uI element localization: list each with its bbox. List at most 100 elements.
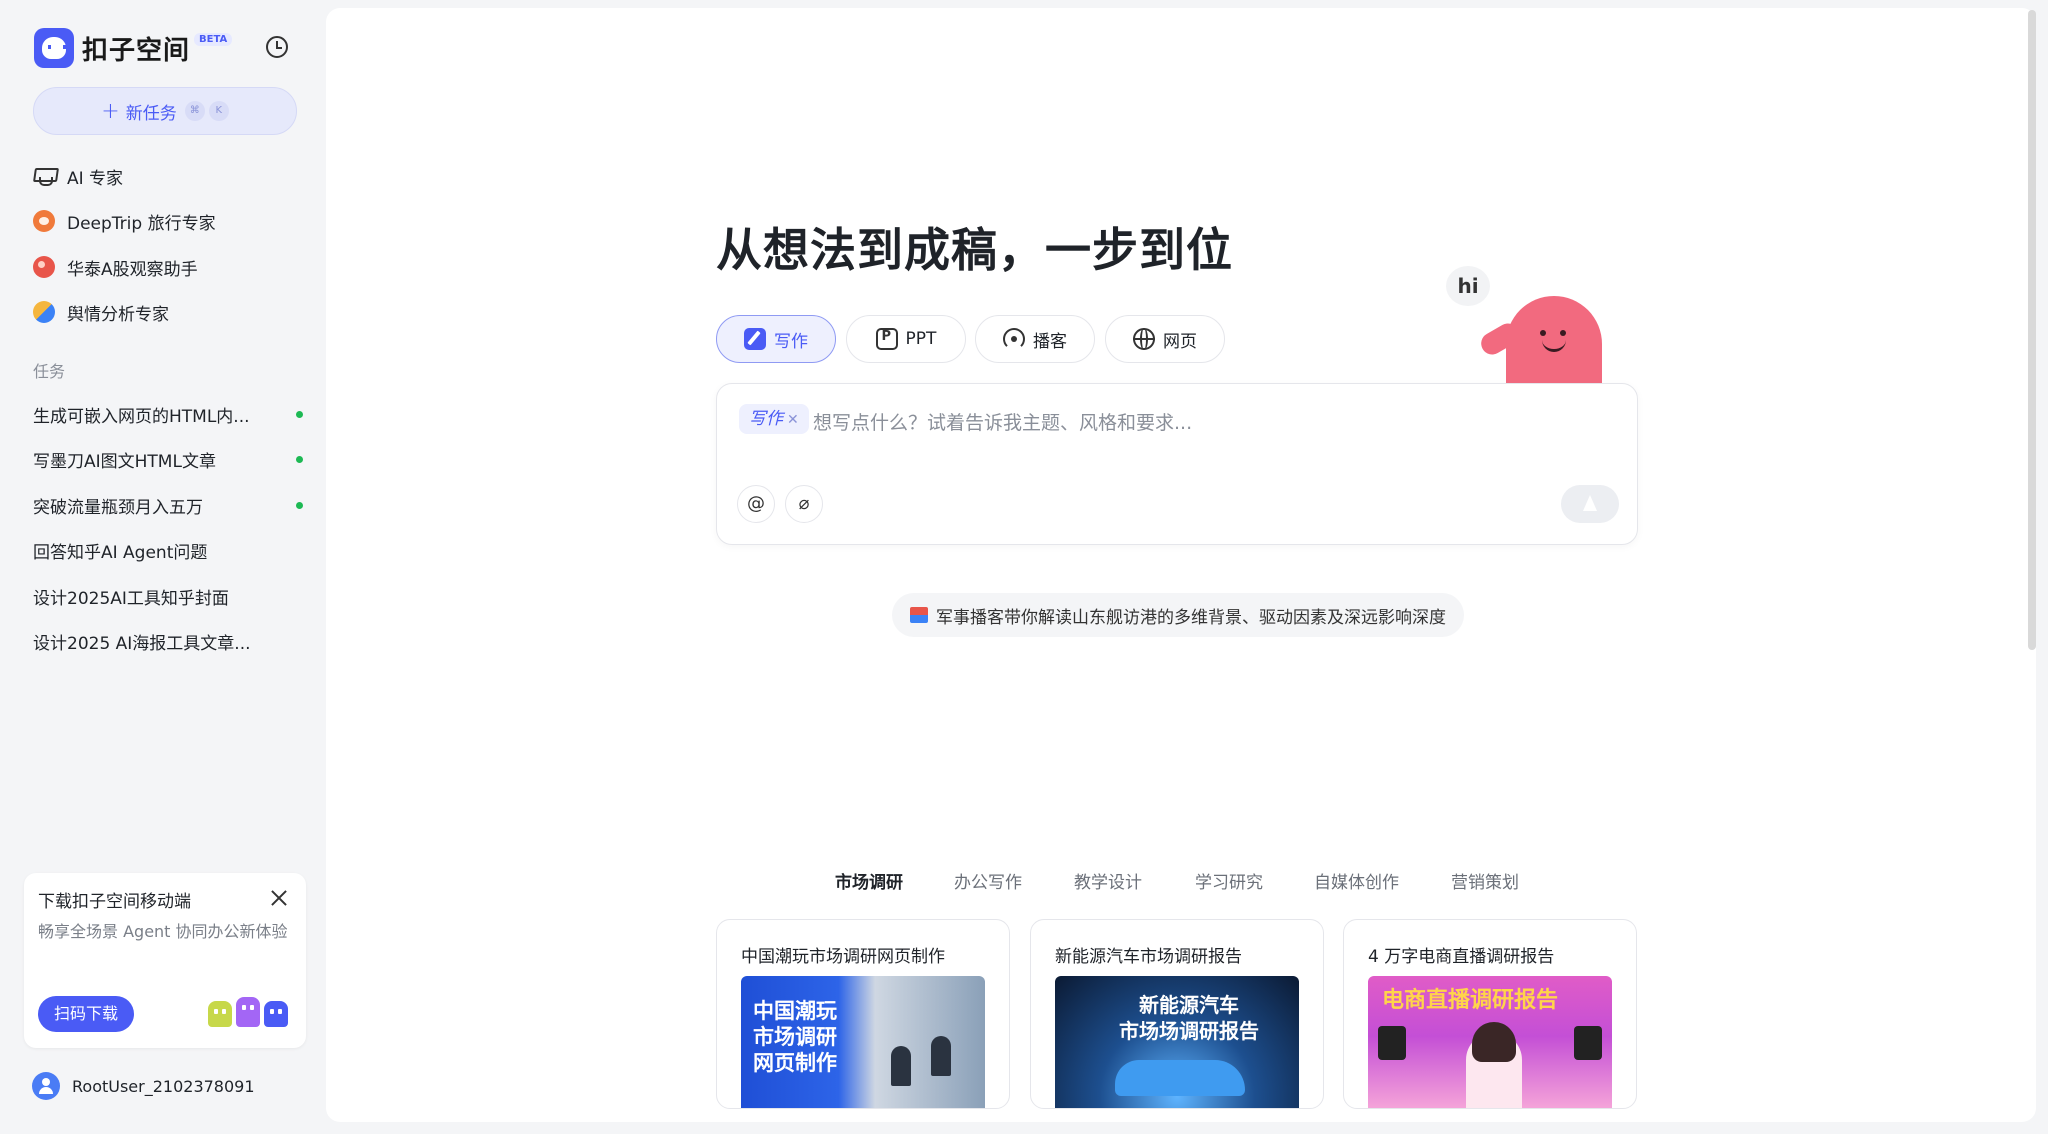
thumbnail-line: 网页制作 — [753, 1051, 837, 1075]
brand-logo[interactable]: 扣子空间 BETA — [34, 28, 233, 68]
prompt-input-box[interactable]: 写作 ✕ 想写点什么？试着告诉我主题、风格和要求... @ ⌀ — [716, 383, 1638, 545]
thumbnail-line: 市场场调研报告 — [1119, 1019, 1259, 1043]
category-tab-market-research[interactable]: 市场调研 — [835, 868, 903, 893]
thumbnail-line: 电商直播调研报告 — [1382, 988, 1559, 1013]
task-label: 设计2025AI工具知乎封面 — [33, 588, 229, 609]
task-item[interactable]: 生成可嵌入网页的HTML内... — [33, 399, 303, 429]
page-title: 从想法到成稿，一步到位 — [716, 223, 1233, 277]
sidebar-item-label: 舆情分析专家 — [67, 304, 169, 325]
running-status-dot — [296, 501, 303, 509]
task-item[interactable]: 写墨刀AI图文HTML文章 — [33, 444, 303, 474]
write-icon — [744, 328, 766, 350]
flag-icon — [910, 607, 928, 623]
history-clock-icon[interactable] — [266, 36, 288, 58]
card-title: 新能源汽车市场调研报告 — [1055, 947, 1242, 967]
card-thumbnail: 中国潮玩 市场调研 网页制作 — [741, 976, 985, 1108]
task-label: 回答知乎AI Agent问题 — [33, 542, 208, 563]
thumbnail-line: 中国潮玩 — [753, 999, 837, 1023]
person-figure — [931, 1036, 951, 1076]
username: RootUser_2102378091 — [72, 1076, 255, 1096]
category-tab-study[interactable]: 学习研究 — [1195, 868, 1263, 893]
thumbnail-text: 中国潮玩 市场调研 网页制作 — [753, 998, 837, 1076]
task-label: 设计2025 AI海报工具文章... — [33, 633, 251, 654]
template-card[interactable]: 中国潮玩市场调研网页制作 中国潮玩 市场调研 网页制作 — [716, 919, 1010, 1109]
thumbnail-text: 电商直播调研报告 — [1382, 988, 1558, 1014]
mascot-eye — [1540, 330, 1546, 336]
promo-description: 畅享全场景 Agent 协同办公新体验 — [38, 922, 288, 941]
sidebar-item-ai-expert[interactable]: AI 专家 — [33, 160, 123, 192]
tab-write[interactable]: 写作 — [716, 315, 836, 363]
card-thumbnail: 新能源汽车 市场场调研报告 — [1055, 976, 1299, 1108]
light-stand — [1574, 1026, 1602, 1060]
task-label: 生成可嵌入网页的HTML内... — [33, 406, 250, 427]
person-figure — [891, 1046, 911, 1086]
task-item[interactable]: 设计2025AI工具知乎封面 — [33, 581, 303, 611]
car-illustration — [1115, 1060, 1245, 1096]
attach-paperclip-icon[interactable]: ⌀ — [785, 485, 823, 523]
huatai-icon — [33, 256, 55, 278]
task-item[interactable]: 突破流量瓶颈月入五万 — [33, 490, 303, 520]
card-title: 中国潮玩市场调研网页制作 — [741, 947, 945, 967]
tab-podcast[interactable]: 播客 — [975, 315, 1095, 363]
task-label: 写墨刀AI图文HTML文章 — [33, 451, 216, 472]
tasks-section-label: 任务 — [33, 362, 66, 381]
running-status-dot — [296, 410, 303, 418]
new-task-button[interactable]: + 新任务 ⌘ K — [33, 87, 297, 135]
ppt-icon — [875, 328, 898, 350]
sidebar-item-sentiment[interactable]: 舆情分析专家 — [33, 296, 169, 328]
mention-button[interactable]: @ — [737, 485, 775, 523]
tab-label: PPT — [905, 329, 937, 349]
beta-badge: BETA — [194, 32, 233, 46]
card-title: 4 万字电商直播调研报告 — [1368, 947, 1555, 967]
brand-name: 扣子空间 — [82, 35, 191, 66]
send-button[interactable] — [1561, 485, 1619, 523]
prompt-placeholder: 想写点什么？试着告诉我主题、风格和要求... — [813, 412, 1193, 434]
user-profile[interactable]: RootUser_2102378091 — [32, 1072, 255, 1100]
robot-mascots-icon — [208, 997, 288, 1027]
card-thumbnail: 电商直播调研报告 — [1368, 976, 1612, 1108]
coze-logo-icon — [34, 28, 74, 68]
suggestion-pill[interactable]: 军事播客带你解读山东舰访港的多维背景、驱动因素及深远影响深度 — [892, 593, 1464, 637]
podcast-icon — [1003, 328, 1025, 350]
template-card[interactable]: 新能源汽车市场调研报告 新能源汽车 市场场调研报告 — [1030, 919, 1324, 1109]
task-item[interactable]: 回答知乎AI Agent问题 — [33, 535, 303, 565]
sidebar-item-deeptrip[interactable]: DeepTrip 旅行专家 — [33, 205, 216, 237]
category-tab-marketing[interactable]: 营销策划 — [1451, 868, 1519, 893]
template-card[interactable]: 4 万字电商直播调研报告 电商直播调研报告 — [1343, 919, 1637, 1109]
category-tab-office-writing[interactable]: 办公写作 — [954, 868, 1022, 893]
thumbnail-line: 新能源汽车 — [1139, 993, 1239, 1017]
close-icon[interactable] — [270, 889, 288, 907]
category-tab-self-media[interactable]: 自媒体创作 — [1314, 868, 1399, 893]
running-status-dot — [296, 455, 303, 463]
deeptrip-icon — [33, 210, 55, 232]
light-stand — [1378, 1026, 1406, 1060]
presenter-hair — [1472, 1022, 1516, 1062]
tab-web[interactable]: 网页 — [1105, 315, 1225, 363]
sidebar-item-label: AI 专家 — [67, 168, 124, 189]
category-tab-teaching[interactable]: 教学设计 — [1074, 868, 1142, 893]
tab-label: 网页 — [1163, 331, 1197, 352]
mode-chip[interactable]: 写作 ✕ — [739, 404, 809, 434]
sidebar: 扣子空间 BETA + 新任务 ⌘ K AI 专家 DeepTrip 旅行专家 … — [0, 0, 326, 1134]
sidebar-item-label: DeepTrip 旅行专家 — [67, 213, 216, 234]
avatar — [32, 1072, 60, 1100]
thumbnail-text: 新能源汽车 市场场调研报告 — [1119, 992, 1259, 1044]
graduation-cap-icon — [33, 165, 55, 187]
globe-icon — [1133, 328, 1155, 350]
mascot-eye — [1560, 330, 1566, 336]
mascot-smile — [1542, 340, 1566, 352]
shortcut-key-k: K — [208, 101, 229, 121]
robot-icon — [236, 997, 260, 1027]
scan-download-button[interactable]: 扫码下载 — [38, 996, 134, 1032]
shortcut-key-cmd: ⌘ — [184, 101, 205, 121]
tab-label: 写作 — [774, 331, 808, 352]
scrollbar[interactable] — [2028, 10, 2036, 650]
robot-icon — [264, 1001, 288, 1027]
mobile-download-card: 下载扣子空间移动端 畅享全场景 Agent 协同办公新体验 扫码下载 — [24, 873, 306, 1048]
task-item[interactable]: 设计2025 AI海报工具文章... — [33, 626, 303, 656]
tab-ppt[interactable]: PPT — [846, 315, 966, 363]
sidebar-item-huatai[interactable]: 华泰A股观察助手 — [33, 251, 198, 283]
robot-icon — [208, 1001, 232, 1027]
sidebar-item-label: 华泰A股观察助手 — [67, 259, 198, 280]
chip-remove-icon[interactable]: ✕ — [787, 412, 799, 428]
